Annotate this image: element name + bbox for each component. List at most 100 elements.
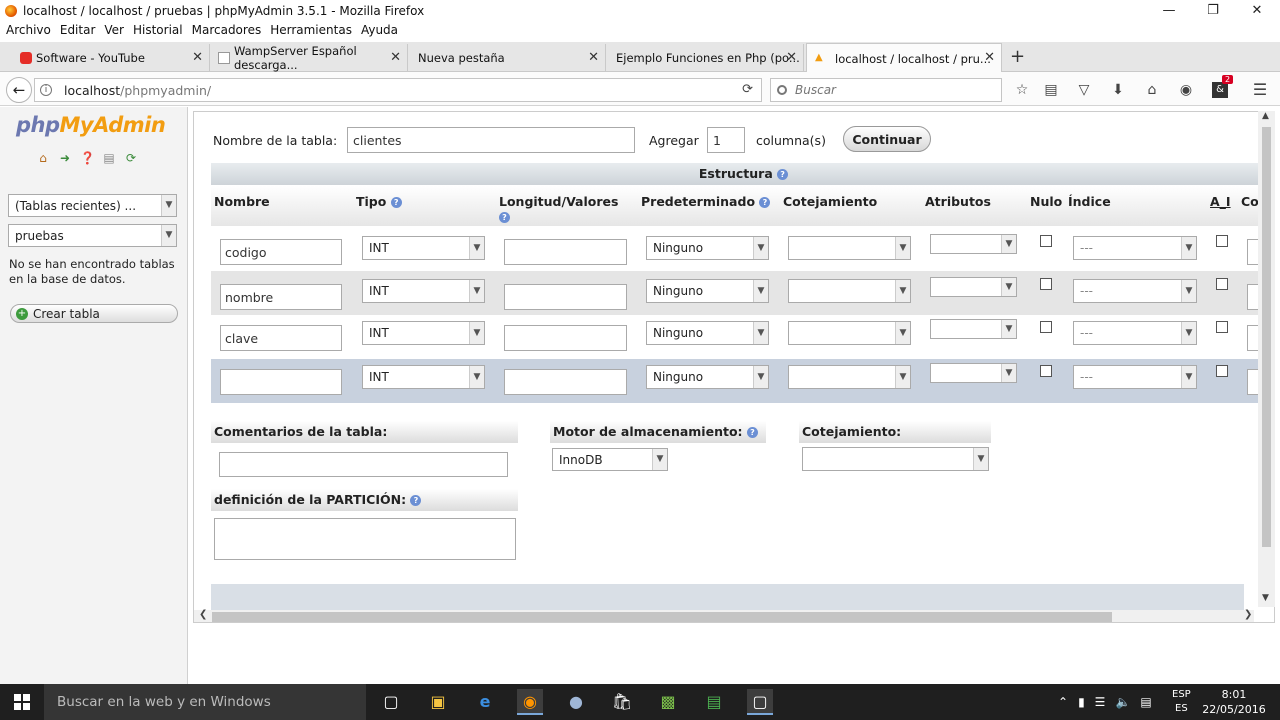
close-tab-icon[interactable]: ✕ xyxy=(984,50,995,65)
maximize-button[interactable]: ❐ xyxy=(1190,0,1236,21)
column-collation-select[interactable]: ▼ xyxy=(788,365,911,389)
info-icon[interactable]: i xyxy=(40,84,52,96)
menu-ayuda[interactable]: Ayuda xyxy=(361,23,398,37)
column-attributes-select[interactable]: ▼ xyxy=(930,234,1017,254)
back-button[interactable]: ← xyxy=(6,77,32,103)
menu-herramientas[interactable]: Herramientas xyxy=(270,23,352,37)
close-tab-icon[interactable]: ✕ xyxy=(786,50,797,65)
help-icon[interactable]: ? xyxy=(746,427,758,438)
tab-wampserver[interactable]: WampServer Español descarga... ✕ xyxy=(212,44,408,72)
column-index-select[interactable]: --- ▼ xyxy=(1073,365,1197,389)
home-icon[interactable]: ⌂ xyxy=(1144,82,1160,98)
column-length-input[interactable] xyxy=(504,239,627,265)
menu-hamburger-icon[interactable]: ☰ xyxy=(1252,82,1268,98)
scroll-right-icon[interactable]: ❯ xyxy=(1244,609,1252,620)
help-icon[interactable]: ? xyxy=(777,169,789,180)
scroll-thumb[interactable] xyxy=(212,612,1112,622)
scroll-up-icon[interactable]: ▲ xyxy=(1262,111,1269,121)
column-index-select[interactable]: --- ▼ xyxy=(1073,321,1197,345)
globe-app-icon[interactable]: ● xyxy=(563,689,589,715)
continue-button[interactable]: Continuar xyxy=(843,126,931,152)
help-icon[interactable]: ? xyxy=(499,212,510,223)
column-collation-select[interactable]: ▼ xyxy=(788,236,911,260)
phpmyadmin-logo[interactable]: phpMyAdmin xyxy=(16,113,166,137)
table-comments-input[interactable] xyxy=(219,452,508,477)
vertical-scrollbar[interactable]: ▲ ▼ xyxy=(1258,111,1275,607)
column-type-select[interactable]: INT ▼ xyxy=(362,279,485,303)
column-type-select[interactable]: INT ▼ xyxy=(362,236,485,260)
reading-list-icon[interactable]: ▤ xyxy=(1043,82,1059,98)
search-bar[interactable] xyxy=(770,78,1002,102)
search-input[interactable] xyxy=(795,83,985,97)
table-collation-select[interactable]: ▼ xyxy=(802,447,989,471)
edge-icon[interactable]: e xyxy=(472,689,498,715)
create-table-button[interactable]: + Crear tabla xyxy=(10,304,178,323)
ai-checkbox[interactable] xyxy=(1216,278,1228,290)
addon-icon[interactable]: & xyxy=(1212,82,1228,98)
column-type-select[interactable]: INT ▼ xyxy=(362,365,485,389)
partition-textarea[interactable] xyxy=(214,518,516,560)
column-collation-select[interactable]: ▼ xyxy=(788,279,911,303)
null-checkbox[interactable] xyxy=(1040,235,1052,247)
docs-icon[interactable]: ▤ xyxy=(102,151,116,165)
null-checkbox[interactable] xyxy=(1040,321,1052,333)
wifi-icon[interactable]: ☰ xyxy=(1095,695,1106,709)
tab-ejemplo-php[interactable]: Ejemplo Funciones en Php (po... ✕ xyxy=(608,44,804,72)
null-checkbox[interactable] xyxy=(1040,365,1052,377)
storage-engine-select[interactable]: InnoDB ▼ xyxy=(552,448,668,471)
taskbar-search[interactable]: Buscar en la web y en Windows xyxy=(44,684,366,720)
reload-icon[interactable]: ⟳ xyxy=(124,151,138,165)
volume-icon[interactable]: 🔈 xyxy=(1115,695,1130,709)
help-icon[interactable]: ? xyxy=(390,197,402,208)
menu-historial[interactable]: Historial xyxy=(133,23,183,37)
chat-icon[interactable]: ◉ xyxy=(1178,82,1194,98)
recent-tables-select[interactable]: (Tablas recientes) ... ▼ xyxy=(8,194,177,217)
column-name-input[interactable]: clave xyxy=(220,325,342,351)
new-tab-button[interactable]: + xyxy=(1010,46,1025,67)
close-tab-icon[interactable]: ✕ xyxy=(192,50,203,65)
database-select[interactable]: pruebas ▼ xyxy=(8,224,177,247)
close-tab-icon[interactable]: ✕ xyxy=(588,50,599,65)
column-index-select[interactable]: --- ▼ xyxy=(1073,279,1197,303)
bookmark-star-icon[interactable]: ☆ xyxy=(1014,82,1030,98)
column-type-select[interactable]: INT ▼ xyxy=(362,321,485,345)
task-view-icon[interactable]: ▢ xyxy=(378,689,404,715)
taskbar-clock[interactable]: 8:01 22/05/2016 xyxy=(1196,687,1272,717)
firefox-taskbar-icon[interactable]: ◉ xyxy=(517,689,543,715)
column-length-input[interactable] xyxy=(504,284,627,310)
file-explorer-icon[interactable]: ▣ xyxy=(425,689,451,715)
menu-archivo[interactable]: Archivo xyxy=(6,23,51,37)
column-default-select[interactable]: Ninguno ▼ xyxy=(646,365,769,389)
table-name-input[interactable]: clientes xyxy=(347,127,635,153)
column-name-input[interactable] xyxy=(220,369,342,395)
windows-start-icon[interactable] xyxy=(14,694,30,710)
pocket-icon[interactable]: ▽ xyxy=(1076,82,1092,98)
column-default-select[interactable]: Ninguno ▼ xyxy=(646,236,769,260)
column-length-input[interactable] xyxy=(504,325,627,351)
battery-icon[interactable]: ▮ xyxy=(1078,695,1085,709)
help-icon[interactable]: ❓ xyxy=(80,151,95,165)
scroll-left-icon[interactable]: ❮ xyxy=(199,609,207,620)
exit-icon[interactable]: ➜ xyxy=(58,151,72,165)
help-icon[interactable]: ? xyxy=(759,197,771,208)
menu-ver[interactable]: Ver xyxy=(104,23,124,37)
column-name-input[interactable]: nombre xyxy=(220,284,342,310)
horizontal-scrollbar[interactable]: ❮ ❯ xyxy=(194,609,1254,622)
tab-phpmyadmin[interactable]: ▲ localhost / localhost / pru... ✕ xyxy=(806,43,1002,73)
tray-chevron-up-icon[interactable]: ⌃ xyxy=(1058,695,1068,709)
column-attributes-select[interactable]: ▼ xyxy=(930,277,1017,297)
notepad-icon[interactable]: ▤ xyxy=(701,689,727,715)
column-attributes-select[interactable]: ▼ xyxy=(930,319,1017,339)
column-index-select[interactable]: --- ▼ xyxy=(1073,236,1197,260)
ai-checkbox[interactable] xyxy=(1216,321,1228,333)
close-tab-icon[interactable]: ✕ xyxy=(390,50,401,65)
column-default-select[interactable]: Ninguno ▼ xyxy=(646,321,769,345)
scroll-down-icon[interactable]: ▼ xyxy=(1262,593,1269,603)
close-window-button[interactable]: ✕ xyxy=(1234,0,1280,21)
column-length-input[interactable] xyxy=(504,369,627,395)
scroll-thumb[interactable] xyxy=(1262,127,1271,547)
reload-icon[interactable]: ⟳ xyxy=(742,82,753,97)
url-bar[interactable]: i localhost/phpmyadmin/ ⟳ xyxy=(34,78,762,102)
column-default-select[interactable]: Ninguno ▼ xyxy=(646,279,769,303)
home-icon[interactable]: ⌂ xyxy=(36,151,50,165)
